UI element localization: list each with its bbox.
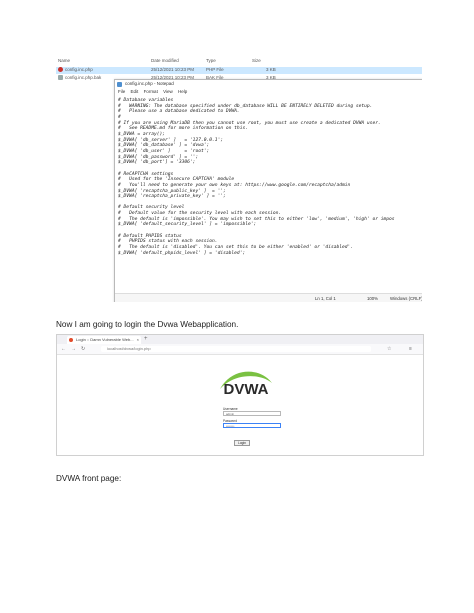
status-bar: Ln 1, Col 1 100% Windows (CRLF) [115, 293, 422, 302]
menu-help[interactable]: Help [178, 89, 187, 94]
favicon-icon [69, 338, 73, 342]
cursor-position: Ln 1, Col 1 [315, 296, 336, 301]
menu-format[interactable]: Format [144, 89, 158, 94]
login-button[interactable]: Login [234, 440, 250, 446]
notepad-titlebar: config.inc.php - Notepad [115, 80, 422, 88]
column-size-header[interactable]: Size [252, 58, 261, 63]
back-icon[interactable]: ← [61, 344, 66, 354]
notepad-icon [117, 81, 122, 87]
column-type-header[interactable]: Type [206, 58, 216, 63]
text-editor-area[interactable]: # Database variables # WARNING: The datab… [118, 98, 421, 256]
menu-icon[interactable]: ≡ [409, 344, 412, 354]
php-file-icon [58, 67, 63, 73]
new-tab-icon[interactable]: + [144, 335, 148, 344]
column-name-header[interactable]: Name [58, 58, 70, 63]
menu-bar: File Edit Format View Help [115, 88, 422, 95]
close-tab-icon[interactable]: × [137, 336, 139, 344]
file-type: PHP File [206, 67, 224, 72]
file-name: config.inc.php.bak [65, 75, 102, 80]
column-date-header[interactable]: Date modified [151, 58, 179, 63]
notepad-screenshot: Name Date modified Type Size config.inc.… [56, 52, 422, 302]
notepad-window: config.inc.php - Notepad File Edit Forma… [114, 79, 422, 302]
zoom-level: 100% [367, 296, 378, 301]
tab-title: Login :: Damn Vulnerable Web... [76, 337, 134, 342]
file-name: config.inc.php [65, 67, 93, 72]
browser-screenshot: Login :: Damn Vulnerable Web... × + ← → … [56, 334, 424, 456]
logo-text: DVWA [224, 381, 269, 398]
tab-strip: Login :: Damn Vulnerable Web... × + [57, 335, 423, 344]
bookmark-star-icon[interactable]: ☆ [387, 344, 391, 354]
file-date: 25/12/2021 10:23 PM [151, 67, 195, 72]
navigation-bar: ← → ↻ localhost/dvwa/login.php ☆ ≡ [57, 344, 423, 355]
bak-file-icon [58, 75, 63, 81]
reload-icon[interactable]: ↻ [81, 344, 85, 354]
file-size: 3 KB [266, 67, 276, 72]
url-text: localhost/dvwa/login.php [107, 346, 151, 351]
forward-icon[interactable]: → [71, 344, 76, 354]
menu-edit[interactable]: Edit [131, 89, 139, 94]
password-input[interactable]: •••••••• [223, 423, 281, 428]
menu-view[interactable]: View [163, 89, 173, 94]
login-caption: Now I am going to login the Dvwa Webappl… [56, 320, 239, 329]
username-input[interactable]: admin [223, 411, 281, 416]
front-page-caption: DVWA front page: [56, 474, 122, 483]
menu-file[interactable]: File [118, 89, 125, 94]
dvwa-logo: DVWA [220, 371, 272, 398]
address-bar[interactable]: localhost/dvwa/login.php [101, 346, 371, 352]
window-title: config.inc.php - Notepad [125, 81, 174, 86]
line-ending: Windows (CRLF) [390, 296, 422, 301]
file-row[interactable]: config.inc.php 25/12/2021 10:23 PM PHP F… [56, 67, 422, 74]
code-line: $_DVWA[ 'default_phpids_level' ] = 'disa… [118, 250, 246, 256]
explorer-header: Name Date modified Type Size [56, 58, 422, 66]
login-form: Username admin Password •••••••• [223, 407, 281, 431]
browser-tab[interactable]: Login :: Damn Vulnerable Web... × [67, 336, 141, 344]
